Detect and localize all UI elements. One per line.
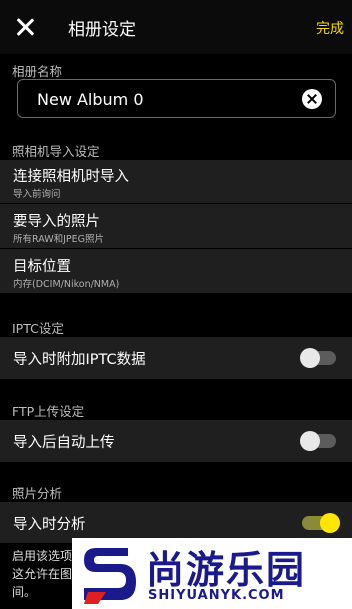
close-icon[interactable] bbox=[12, 14, 38, 40]
auto-upload-toggle[interactable] bbox=[300, 431, 336, 451]
section-label-album-name: 相册名称 bbox=[12, 64, 63, 79]
analysis-toggle[interactable] bbox=[302, 513, 340, 533]
done-button[interactable]: 完成 bbox=[316, 18, 344, 38]
album-name-input[interactable]: New Album 0 bbox=[17, 79, 336, 118]
clear-icon[interactable] bbox=[302, 89, 322, 109]
watermark: 尚游乐园 SHIYUANYK.COM bbox=[72, 538, 352, 609]
toggle-knob bbox=[320, 513, 340, 533]
setting-title: 要导入的照片 bbox=[13, 214, 100, 230]
setting-subtitle: 内存(DCIM/Nikon/NMA) bbox=[13, 279, 120, 290]
toggle-knob bbox=[300, 431, 320, 451]
watermark-url: SHIYUANYK.COM bbox=[148, 588, 285, 603]
setting-attach-iptc[interactable]: 导入时附加IPTC数据 bbox=[0, 337, 352, 379]
section-label-iptc: IPTC设定 bbox=[12, 321, 64, 336]
setting-title: 连接照相机时导入 bbox=[13, 169, 129, 185]
iptc-toggle[interactable] bbox=[300, 348, 336, 368]
setting-title: 导入时分析 bbox=[13, 517, 86, 533]
album-name-value: New Album 0 bbox=[37, 90, 144, 109]
setting-destination[interactable]: 目标位置 内存(DCIM/Nikon/NMA) bbox=[0, 249, 352, 293]
toggle-knob bbox=[300, 348, 320, 368]
section-label-ftp: FTP上传设定 bbox=[12, 404, 85, 419]
setting-title: 导入后自动上传 bbox=[13, 435, 115, 451]
watermark-text: 尚游乐园 bbox=[146, 548, 307, 592]
setting-title: 目标位置 bbox=[13, 259, 71, 275]
watermark-logo-icon bbox=[84, 548, 136, 604]
setting-import-on-connect[interactable]: 连接照相机时导入 导入前询问 bbox=[0, 160, 352, 203]
setting-auto-upload[interactable]: 导入后自动上传 bbox=[0, 420, 352, 462]
page-title: 相册设定 bbox=[68, 20, 136, 40]
setting-analyze-on-import[interactable]: 导入时分析 bbox=[0, 502, 352, 543]
setting-subtitle: 导入前询问 bbox=[13, 189, 61, 200]
setting-subtitle: 所有RAW和JPEG照片 bbox=[13, 234, 104, 245]
top-bar: 相册设定 完成 bbox=[0, 0, 352, 54]
section-label-camera-import: 照相机导入设定 bbox=[12, 144, 100, 159]
section-label-analysis: 照片分析 bbox=[12, 486, 63, 501]
setting-title: 导入时附加IPTC数据 bbox=[13, 352, 146, 368]
setting-photos-to-import[interactable]: 要导入的照片 所有RAW和JPEG照片 bbox=[0, 204, 352, 248]
